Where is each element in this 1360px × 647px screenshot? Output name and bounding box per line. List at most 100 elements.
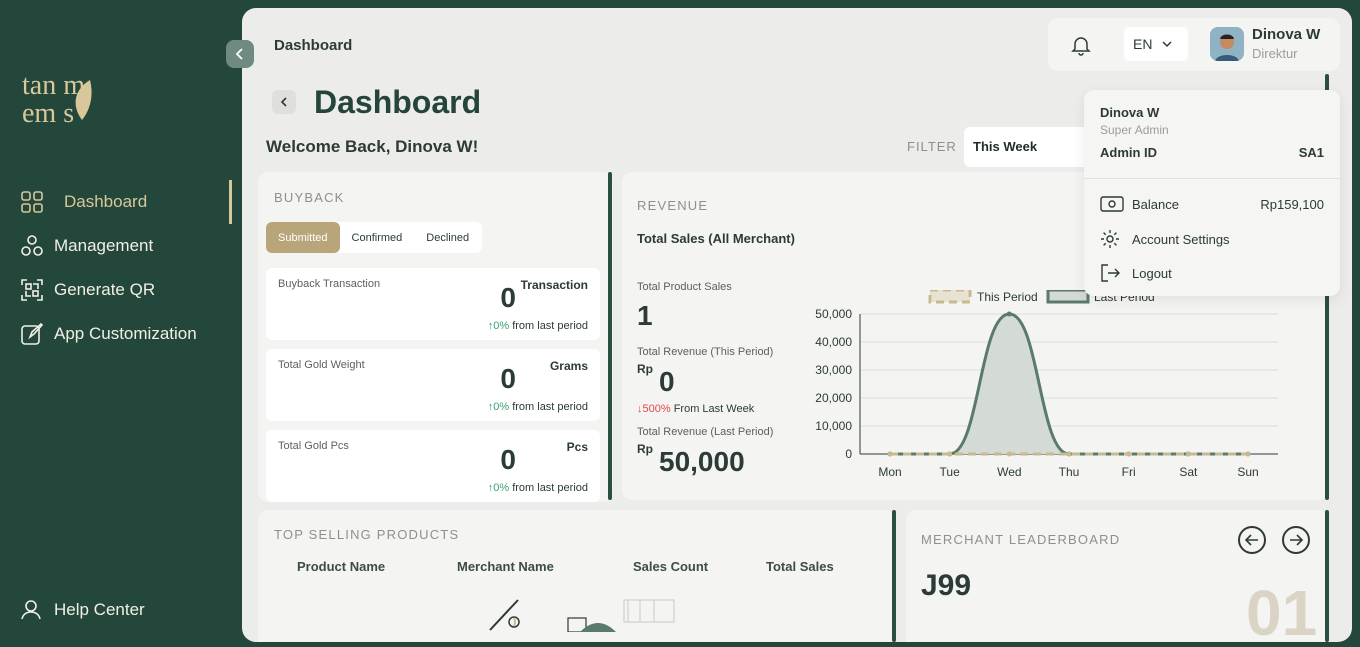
legend-swatch-last-period bbox=[1046, 288, 1090, 304]
stat-value: 0 bbox=[500, 444, 516, 475]
column-header-product-name[interactable]: Product Name bbox=[297, 559, 385, 574]
logout-label: Logout bbox=[1132, 265, 1172, 281]
welcome-message: Welcome Back, Dinova W! bbox=[266, 137, 479, 156]
user-name[interactable]: Dinova W bbox=[1252, 26, 1320, 43]
leaderboard-scrollbar[interactable] bbox=[1325, 510, 1329, 642]
leaderboard-prev-button[interactable] bbox=[1238, 526, 1266, 554]
grid-icon bbox=[20, 190, 44, 214]
revenue-this-value: 0 bbox=[659, 366, 675, 397]
sidebar-item-management[interactable]: Management bbox=[0, 224, 232, 268]
stat-card-gold-pcs: Total Gold Pcs 0 Pcs ↑0% from last perio… bbox=[266, 430, 600, 502]
divider bbox=[1084, 178, 1340, 179]
chart-x-axis: Mon Tue Wed Thu Fri Sat Sun bbox=[860, 453, 1278, 479]
sidebar-item-generate-qr[interactable]: Generate QR bbox=[0, 268, 232, 312]
edit-icon bbox=[20, 322, 44, 346]
language-value: EN bbox=[1133, 36, 1153, 52]
stat-change-suffix: from last period bbox=[512, 320, 588, 332]
stat-change-pct: 0% bbox=[493, 401, 510, 413]
revenue-last-value: 50,000 bbox=[659, 446, 745, 477]
product-sales-value: 1 bbox=[637, 300, 653, 331]
language-select[interactable]: EN bbox=[1124, 27, 1188, 61]
sidebar: tan m em s Dashboard Management Generate… bbox=[0, 0, 242, 647]
stat-change: ↑0% from last period bbox=[488, 401, 588, 413]
logo-text-1: tan m bbox=[22, 70, 85, 101]
data-point-this-period bbox=[1185, 451, 1191, 457]
stat-label: Total Gold Pcs bbox=[278, 440, 349, 452]
y-tick-label: 40,000 bbox=[815, 335, 852, 349]
logout-icon bbox=[1100, 263, 1124, 283]
data-point-last-period bbox=[1006, 311, 1012, 317]
menu-item-balance[interactable]: Balance Rp159,100 bbox=[1100, 194, 1324, 214]
revenue-subtitle: Total Sales (All Merchant) bbox=[637, 231, 795, 246]
chart-y-axis: 0 10,000 20,000 30,000 40,000 50,000 bbox=[815, 307, 861, 461]
menu-item-account-settings[interactable]: Account Settings bbox=[1100, 229, 1324, 249]
column-header-total-sales[interactable]: Total Sales bbox=[766, 559, 834, 574]
account-settings-label: Account Settings bbox=[1132, 231, 1230, 247]
dropdown-user-role: Super Admin bbox=[1100, 123, 1169, 137]
sidebar-item-app-customization[interactable]: App Customization bbox=[0, 312, 232, 356]
arrow-right-icon bbox=[1290, 534, 1303, 546]
sidebar-collapse-button[interactable] bbox=[226, 40, 254, 68]
sidebar-nav: Dashboard Management Generate QR App Cus… bbox=[0, 180, 232, 356]
y-tick-label: 10,000 bbox=[815, 419, 852, 433]
menu-item-logout[interactable]: Logout bbox=[1100, 263, 1324, 283]
legend-label-this-period: This Period bbox=[977, 290, 1038, 304]
user-headset-icon bbox=[20, 598, 44, 622]
data-point-this-period bbox=[887, 451, 893, 457]
brand-logo[interactable]: tan m em s bbox=[20, 70, 140, 130]
logo-text-2: em s bbox=[22, 98, 74, 129]
top-selling-title: TOP SELLING PRODUCTS bbox=[274, 527, 460, 542]
stat-card-gold-weight: Total Gold Weight 0 Grams ↑0% from last … bbox=[266, 349, 600, 421]
leaderboard-rank: 01 bbox=[1246, 577, 1318, 642]
x-tick-label: Mon bbox=[878, 465, 901, 479]
column-header-merchant-name[interactable]: Merchant Name bbox=[457, 559, 554, 574]
top-selling-scrollbar[interactable] bbox=[892, 510, 896, 642]
chart-grid bbox=[860, 313, 1278, 455]
tab-submitted[interactable]: Submitted bbox=[266, 222, 340, 253]
qr-icon bbox=[20, 278, 44, 302]
tab-declined[interactable]: Declined bbox=[414, 222, 481, 253]
chart-series bbox=[887, 311, 1251, 457]
admin-id-label: Admin ID bbox=[1100, 145, 1158, 160]
leaderboard-title: MERCHANT LEADERBOARD bbox=[921, 532, 1121, 547]
back-button[interactable] bbox=[272, 90, 296, 114]
chevron-left-icon bbox=[235, 48, 243, 60]
sidebar-item-label: Dashboard bbox=[64, 192, 148, 211]
stat-change-suffix: from last period bbox=[512, 401, 588, 413]
revenue-change-pct: 500% bbox=[642, 403, 671, 415]
chevron-left-icon bbox=[280, 97, 287, 107]
x-tick-label: Sat bbox=[1179, 465, 1198, 479]
product-sales-label: Total Product Sales bbox=[637, 281, 732, 293]
stat-unit: Pcs bbox=[566, 440, 588, 454]
data-point-this-period bbox=[1066, 451, 1072, 457]
data-point-this-period bbox=[947, 451, 953, 457]
user-role: Direktur bbox=[1252, 46, 1298, 61]
revenue-this-label: Total Revenue (This Period) bbox=[637, 346, 774, 358]
user-menu-dropdown: Dinova W Super Admin Admin ID SA1 Balanc… bbox=[1084, 90, 1340, 296]
notification-bell-icon[interactable] bbox=[1070, 34, 1092, 56]
buyback-scrollbar[interactable] bbox=[608, 172, 612, 500]
tab-confirmed[interactable]: Confirmed bbox=[340, 222, 415, 253]
x-tick-label: Sun bbox=[1237, 465, 1258, 479]
buyback-title: BUYBACK bbox=[274, 190, 345, 205]
empty-state-illustration bbox=[488, 592, 688, 633]
avatar[interactable] bbox=[1210, 27, 1244, 61]
y-tick-label: 20,000 bbox=[815, 391, 852, 405]
revenue-change: ↓500% From Last Week bbox=[637, 403, 754, 415]
sidebar-item-label: Management bbox=[54, 236, 154, 255]
data-point-this-period bbox=[1006, 451, 1012, 457]
leaderboard-next-button[interactable] bbox=[1282, 526, 1310, 554]
user-toolbar: EN Dinova W Direktur bbox=[1048, 18, 1340, 71]
series-line-last-period bbox=[890, 312, 1248, 456]
page-title: Dashboard bbox=[314, 84, 482, 120]
leaderboard-merchant-name: J99 bbox=[921, 569, 972, 602]
help-center-link[interactable]: Help Center bbox=[20, 598, 145, 622]
sidebar-item-dashboard[interactable]: Dashboard bbox=[0, 180, 232, 224]
merchant-leaderboard-card: MERCHANT LEADERBOARD J99 01 bbox=[906, 510, 1328, 642]
stat-unit: Grams bbox=[549, 359, 588, 373]
revenue-change-suffix: From Last Week bbox=[673, 403, 755, 415]
column-header-sales-count[interactable]: Sales Count bbox=[633, 559, 708, 574]
sidebar-item-label: Generate QR bbox=[54, 280, 156, 299]
filter-label: FILTER bbox=[907, 139, 957, 154]
revenue-last-label: Total Revenue (Last Period) bbox=[637, 426, 774, 438]
